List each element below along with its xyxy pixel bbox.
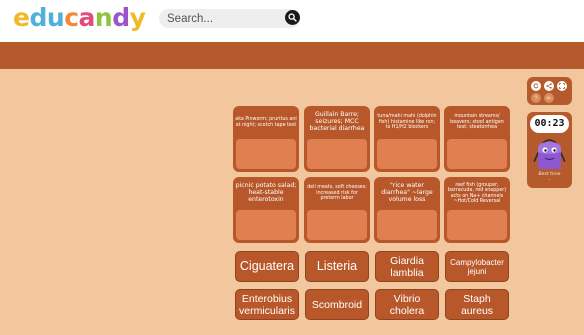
card-description: "rice water diarrhea" ~large volume loss — [381, 182, 433, 203]
logo-letter: n — [94, 3, 113, 32]
answer-drop-slot[interactable] — [307, 210, 367, 240]
logo-letter: a — [78, 3, 96, 32]
logo-letter: y — [129, 3, 146, 32]
fullscreen-icon — [559, 83, 565, 89]
question-card: mountain streams/ beavers; stool antigen… — [444, 106, 510, 172]
monster-mascot-icon — [533, 139, 566, 169]
share-button[interactable] — [544, 81, 554, 91]
question-card: Guillain Barre; seizures; MCC bacterial … — [304, 106, 370, 172]
answer-tile[interactable]: Ciguatera — [235, 251, 299, 282]
sound-icon — [546, 95, 551, 101]
logo-letter: d — [112, 3, 130, 32]
answer-drop-slot[interactable] — [236, 139, 296, 169]
answer-drop-slot[interactable] — [447, 210, 507, 240]
fullscreen-button[interactable] — [557, 81, 567, 91]
logo-letter: d — [29, 3, 47, 32]
search-button[interactable] — [285, 10, 300, 25]
answer-tile[interactable]: Giardia lamblia — [375, 251, 439, 282]
logo-letter: c — [64, 3, 79, 32]
answer-tile[interactable]: Listeria — [305, 251, 369, 282]
educandy-logo[interactable]: educandy — [13, 3, 146, 32]
answer-tile[interactable]: Scombroid — [305, 289, 369, 320]
timer-panel: 00:23 Best time - — [527, 112, 572, 188]
answer-tile[interactable]: Vibrio cholera — [375, 289, 439, 320]
card-description: Guillain Barre; seizures; MCC bacterial … — [309, 111, 365, 132]
card-description: aka Pinworm; pruritus ani at night; scot… — [235, 117, 297, 128]
help-icon — [534, 95, 538, 101]
question-card: picnic potato salad; heat-stable enterot… — [233, 177, 299, 243]
search-input[interactable] — [167, 10, 277, 27]
game-banner — [0, 42, 584, 69]
logo-letter: u — [46, 3, 65, 32]
question-card: tuna/mahi mahi (dolphin fish) histamine … — [374, 106, 440, 172]
question-card: deli meats, soft cheeses; increased risk… — [304, 177, 370, 243]
answer-tile[interactable]: Enterobius vermicularis — [235, 289, 299, 320]
answer-drop-slot[interactable] — [236, 210, 296, 240]
game-timer: 00:23 — [530, 115, 569, 133]
question-card: aka Pinworm; pruritus ani at night; scot… — [233, 106, 299, 172]
game-controls — [527, 77, 572, 105]
answer-tile[interactable]: Staph aureus — [445, 289, 509, 320]
card-description: picnic potato salad; heat-stable enterot… — [235, 182, 297, 203]
answer-drop-slot[interactable] — [447, 139, 507, 169]
card-description: tuna/mahi mahi (dolphin fish) histamine … — [377, 114, 437, 131]
sound-button[interactable] — [544, 93, 554, 103]
card-description: reef fish (grouper, barracuda, red snapp… — [447, 182, 507, 204]
help-button[interactable] — [531, 93, 541, 103]
answer-drop-slot[interactable] — [377, 139, 437, 169]
top-bar: educandy — [0, 0, 584, 42]
restart-button[interactable] — [531, 81, 541, 91]
question-card: "rice water diarrhea" ~large volume loss — [374, 177, 440, 243]
card-description: mountain streams/ beavers; stool antigen… — [450, 114, 504, 131]
search-icon — [288, 13, 297, 22]
answer-drop-slot[interactable] — [377, 210, 437, 240]
best-time-value: - — [548, 178, 551, 183]
answer-tile[interactable]: Campylobacter jejuni — [445, 251, 509, 282]
best-time-label: Best time — [538, 172, 561, 177]
card-description: deli meats, soft cheeses; increased risk… — [307, 185, 367, 202]
answer-drop-slot[interactable] — [307, 139, 367, 169]
question-card: reef fish (grouper, barracuda, red snapp… — [444, 177, 510, 243]
search-box — [159, 9, 300, 28]
restart-icon — [533, 83, 539, 89]
logo-letter: e — [13, 3, 30, 32]
share-icon — [546, 83, 552, 89]
